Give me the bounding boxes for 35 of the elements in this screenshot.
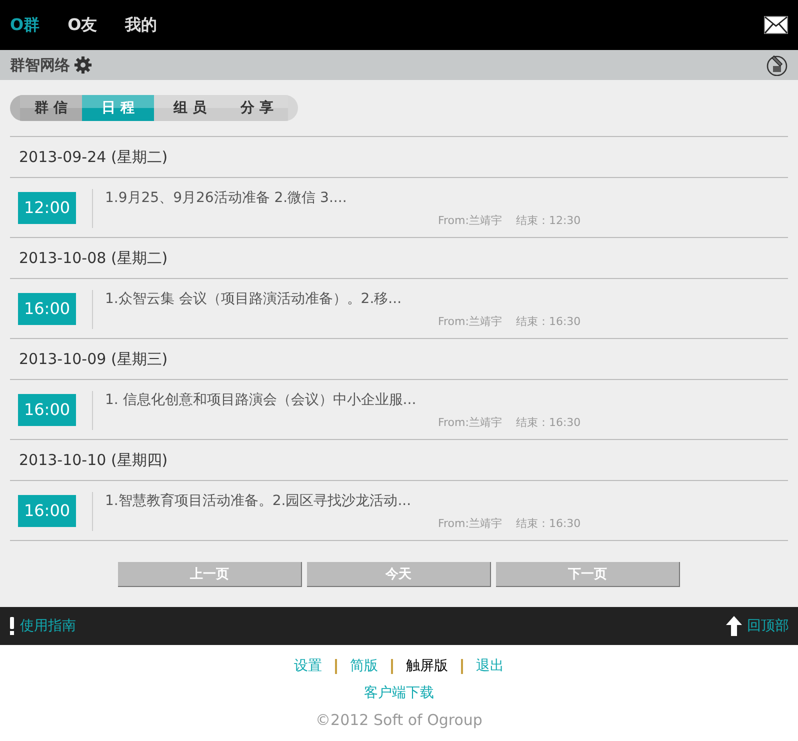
event-title[interactable]: 1.9月25、9月26活动准备 2.微信 3.... [105,189,780,207]
group-title: 群智网络 [10,56,70,74]
time-badge: 16:00 [18,494,76,526]
date-header: 2013-09-24 (星期二) [10,136,788,178]
nav-tab[interactable]: O友 [68,14,98,36]
event-end-time: 结束：16:30 [516,516,581,531]
date-header: 2013-10-09 (星期三) [10,338,788,380]
event-author: From:兰靖宇 [438,516,502,531]
time-badge: 12:00 [18,192,76,224]
time-badge: 16:00 [18,292,76,324]
date-header: 2013-10-08 (星期二) [10,237,788,279]
nav-tab[interactable]: 我的 [125,14,158,36]
event-author: From:兰靖宇 [438,213,502,228]
tab[interactable]: 分 享 [226,95,288,121]
time-badge: 16:00 [18,394,76,426]
settings-icon[interactable] [74,56,92,74]
event-title[interactable]: 1.众智云集 会议（项目路演活动准备）。2.移... [105,290,780,308]
event-author: From:兰靖宇 [438,314,502,329]
guide-link[interactable]: 使用指南 [20,617,76,635]
event-title[interactable]: 1.智慧教育项目活动准备。2.园区寻找沙龙活动... [105,492,780,510]
nav-tab[interactable]: O群 [10,14,40,36]
event-author: From:兰靖宇 [438,415,502,430]
back-to-top-link[interactable]: 回顶部 [747,617,789,635]
event-end-time: 结束：16:30 [516,415,581,430]
mail-icon[interactable] [764,16,788,34]
event-title[interactable]: 1. 信息化创意和项目路演会（会议）中小企业服... [105,391,780,409]
tab[interactable]: 群 信 [20,95,82,121]
copyright-text: ©2012 Soft of Ogroup [316,711,482,729]
date-header: 2013-10-10 (星期四) [10,439,788,481]
event-end-time: 结束：12:30 [516,213,581,228]
exclamation-icon [9,617,15,635]
edit-icon[interactable] [766,54,788,76]
footer-link[interactable]: 触屏版 [406,657,448,675]
up-arrow-icon[interactable] [726,616,742,636]
event-end-time: 结束：16:30 [516,314,581,329]
